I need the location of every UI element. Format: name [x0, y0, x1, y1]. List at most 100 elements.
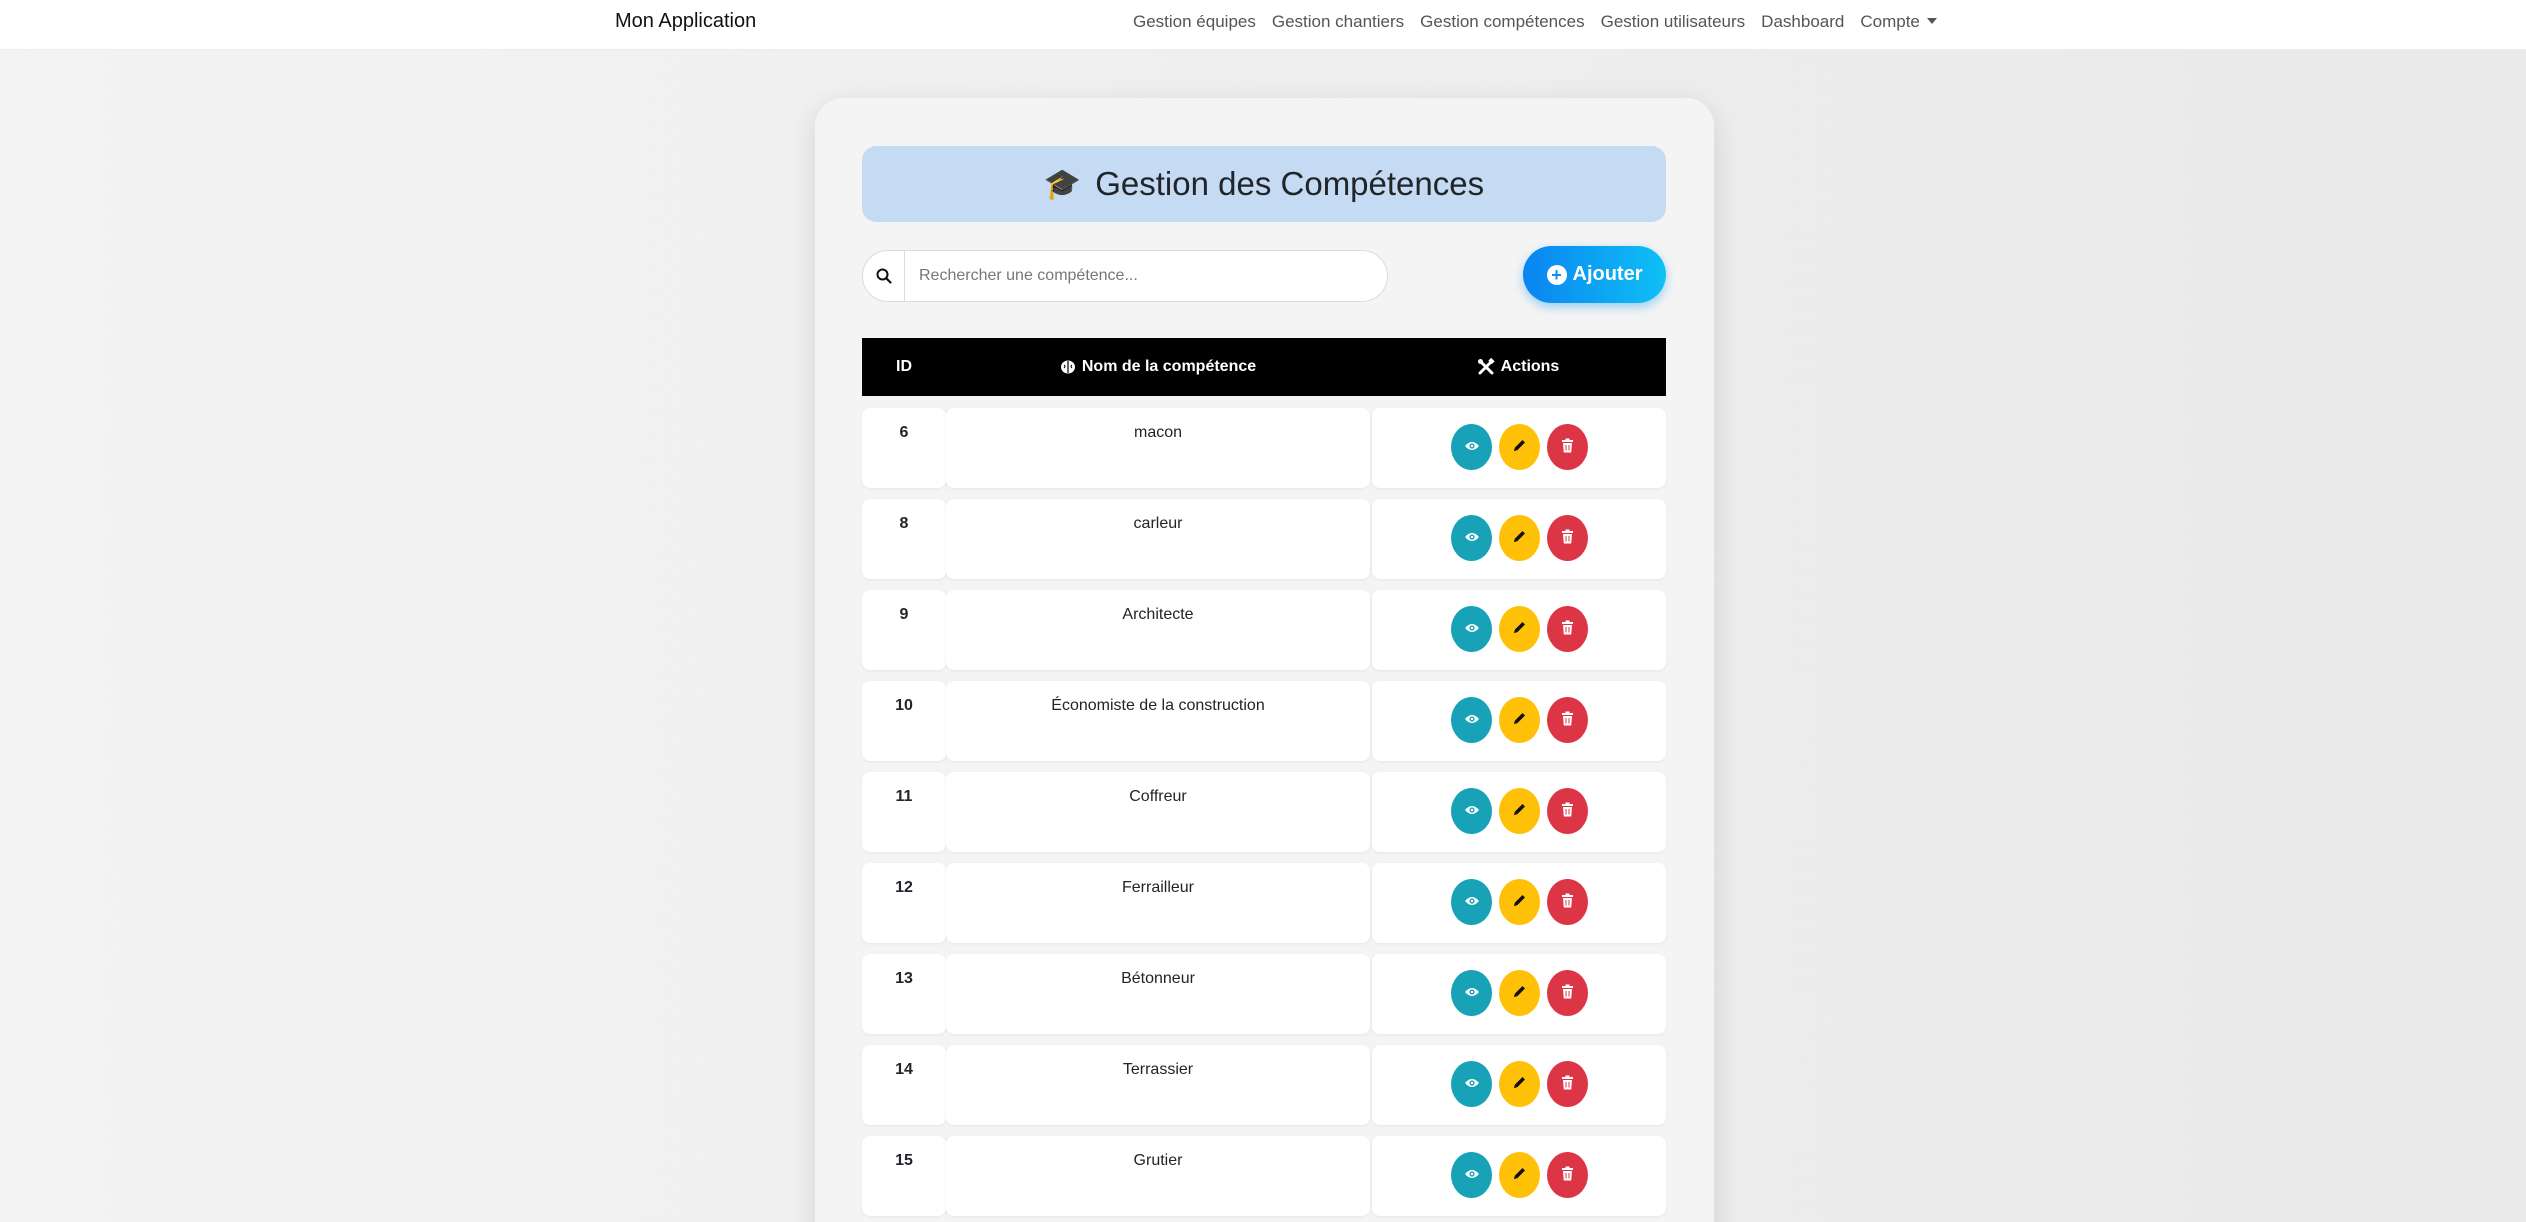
search-icon: [863, 251, 905, 301]
view-button[interactable]: [1451, 424, 1492, 470]
table-row: 14 Terrassier: [862, 1045, 1666, 1136]
view-button[interactable]: [1451, 788, 1492, 834]
nav-links: Gestion équipes Gestion chantiers Gestio…: [1133, 12, 1937, 32]
nav-dropdown-compte[interactable]: Compte: [1860, 12, 1937, 32]
header-name: Nom de la compétence: [946, 338, 1370, 396]
delete-button[interactable]: [1547, 1152, 1588, 1198]
table-row: 12 Ferrailleur: [862, 863, 1666, 954]
nav-link-equipes[interactable]: Gestion équipes: [1133, 12, 1256, 32]
pencil-icon: [1512, 893, 1527, 911]
header-actions: Actions: [1370, 338, 1666, 396]
trash-icon: [1561, 529, 1574, 547]
pencil-icon: [1512, 620, 1527, 638]
delete-button[interactable]: [1547, 515, 1588, 561]
edit-button[interactable]: [1499, 697, 1540, 743]
caret-down-icon: [1926, 17, 1937, 24]
edit-button[interactable]: [1499, 606, 1540, 652]
eye-icon: [1464, 713, 1480, 728]
pencil-icon: [1512, 1075, 1527, 1093]
delete-button[interactable]: [1547, 1061, 1588, 1107]
view-button[interactable]: [1451, 879, 1492, 925]
row-id: 10: [862, 681, 946, 761]
table-row: 8 carleur: [862, 499, 1666, 590]
edit-button[interactable]: [1499, 970, 1540, 1016]
nav-link-competences[interactable]: Gestion compétences: [1420, 12, 1584, 32]
trash-icon: [1561, 984, 1574, 1002]
tools-icon: [1477, 358, 1495, 375]
top-navbar: Mon Application Gestion équipes Gestion …: [0, 0, 2526, 50]
add-button-label: Ajouter: [1572, 263, 1643, 285]
delete-button[interactable]: [1547, 788, 1588, 834]
pencil-icon: [1512, 529, 1527, 547]
table-header: ID Nom de la compétence Actions: [862, 338, 1666, 396]
delete-button[interactable]: [1547, 697, 1588, 743]
eye-icon: [1464, 531, 1480, 546]
delete-button[interactable]: [1547, 606, 1588, 652]
page-title-banner: 🎓 Gestion des Compétences: [862, 146, 1666, 222]
trash-icon: [1561, 1166, 1574, 1184]
view-button[interactable]: [1451, 606, 1492, 652]
view-button[interactable]: [1451, 515, 1492, 561]
edit-button[interactable]: [1499, 1061, 1540, 1107]
nav-link-chantiers[interactable]: Gestion chantiers: [1272, 12, 1404, 32]
row-actions: [1372, 499, 1666, 579]
nav-link-utilisateurs[interactable]: Gestion utilisateurs: [1601, 12, 1746, 32]
row-actions: [1372, 681, 1666, 761]
table-row: 10 Économiste de la construction: [862, 681, 1666, 772]
edit-button[interactable]: [1499, 1152, 1540, 1198]
nav-link-dashboard[interactable]: Dashboard: [1761, 12, 1844, 32]
row-actions: [1372, 772, 1666, 852]
row-name: carleur: [946, 499, 1370, 579]
header-id: ID: [896, 358, 912, 375]
edit-button[interactable]: [1499, 515, 1540, 561]
table-row: 6 macon: [862, 408, 1666, 499]
edit-button[interactable]: [1499, 424, 1540, 470]
row-actions: [1372, 1045, 1666, 1125]
pencil-icon: [1512, 802, 1527, 820]
row-id: 11: [862, 772, 946, 852]
table-body: 6 macon 8 carleur 9 Architecte 10 Économiste de…: [862, 408, 1666, 1222]
row-name: Grutier: [946, 1136, 1370, 1216]
row-name: Ferrailleur: [946, 863, 1370, 943]
graduation-cap-icon: 🎓: [1043, 167, 1082, 201]
delete-button[interactable]: [1547, 879, 1588, 925]
header-actions-label: Actions: [1500, 358, 1560, 375]
table-row: 11 Coffreur: [862, 772, 1666, 863]
eye-icon: [1464, 1168, 1480, 1183]
row-name: Terrassier: [946, 1045, 1370, 1125]
row-id: 6: [862, 408, 946, 488]
row-id: 8: [862, 499, 946, 579]
search-input[interactable]: [905, 267, 1385, 285]
pencil-icon: [1512, 984, 1527, 1002]
delete-button[interactable]: [1547, 970, 1588, 1016]
trash-icon: [1561, 620, 1574, 638]
eye-icon: [1464, 622, 1480, 637]
trash-icon: [1561, 438, 1574, 456]
nav-link-compte-label: Compte: [1860, 12, 1920, 31]
pencil-icon: [1512, 1166, 1527, 1184]
row-id: 14: [862, 1045, 946, 1125]
table-row: 9 Architecte: [862, 590, 1666, 681]
view-button[interactable]: [1451, 970, 1492, 1016]
add-competence-button[interactable]: + Ajouter: [1523, 246, 1666, 303]
trash-icon: [1561, 893, 1574, 911]
table-row: 15 Grutier: [862, 1136, 1666, 1222]
pencil-icon: [1512, 711, 1527, 729]
row-name: Coffreur: [946, 772, 1370, 852]
eye-icon: [1464, 895, 1480, 910]
view-button[interactable]: [1451, 1152, 1492, 1198]
search-group: [862, 250, 1388, 302]
edit-button[interactable]: [1499, 879, 1540, 925]
row-actions: [1372, 1136, 1666, 1216]
row-actions: [1372, 590, 1666, 670]
row-id: 12: [862, 863, 946, 943]
edit-button[interactable]: [1499, 788, 1540, 834]
page-title: Gestion des Compétences: [1095, 165, 1485, 202]
brain-icon: [1060, 360, 1075, 374]
row-id: 9: [862, 590, 946, 670]
delete-button[interactable]: [1547, 424, 1588, 470]
eye-icon: [1464, 1077, 1480, 1092]
view-button[interactable]: [1451, 697, 1492, 743]
app-brand[interactable]: Mon Application: [615, 10, 756, 33]
view-button[interactable]: [1451, 1061, 1492, 1107]
